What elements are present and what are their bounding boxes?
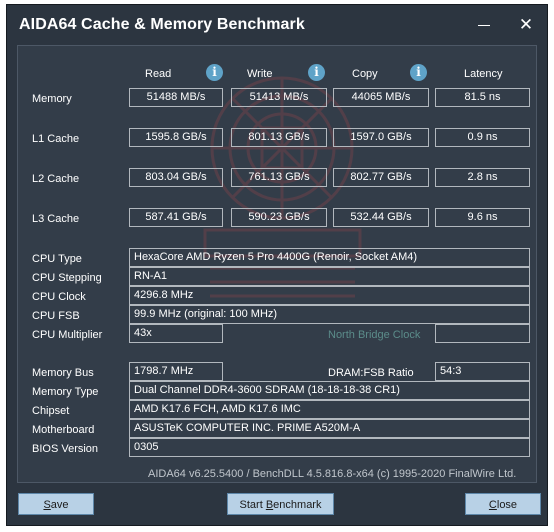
latency-column-header: Latency <box>464 68 503 80</box>
cpu-fsb-label: CPU FSB <box>32 310 80 322</box>
memory-bus-value: 1798.7 MHz <box>129 362 223 381</box>
cpu-clock-value: 4296.8 MHz <box>129 286 530 305</box>
l3-read-value: 587.41 GB/s <box>129 208 223 227</box>
l1-write-value: 801.13 GB/s <box>231 128 327 147</box>
l3-latency-value: 9.6 ns <box>435 208 530 227</box>
benchmark-window: AIDA64 Cache & Memory Benchmark ✕ Read i… <box>6 4 548 526</box>
north-bridge-clock-label: North Bridge Clock <box>328 329 421 341</box>
copy-column-header: Copy <box>352 68 378 80</box>
chipset-value: AMD K17.6 FCH, AMD K17.6 IMC <box>129 400 530 419</box>
l2-cache-row-label: L2 Cache <box>32 173 80 185</box>
start-benchmark-button[interactable]: Start Benchmark <box>227 493 334 515</box>
memory-row-label: Memory <box>32 93 72 105</box>
close-label: lose <box>496 499 518 511</box>
copy-info-icon[interactable]: i <box>410 64 427 81</box>
l1-copy-value: 1597.0 GB/s <box>333 128 429 147</box>
start-label-rest: enchmark <box>273 499 322 511</box>
version-footer: AIDA64 v6.25.5400 / BenchDLL 4.5.816.8-x… <box>148 468 517 480</box>
save-accelerator: S <box>43 499 51 511</box>
start-label-prefix: Start <box>239 499 266 511</box>
memory-type-value: Dual Channel DDR4-3600 SDRAM (18-18-18-3… <box>129 381 530 400</box>
cpu-stepping-label: CPU Stepping <box>32 272 102 284</box>
dram-fsb-ratio-label: DRAM:FSB Ratio <box>328 367 414 379</box>
write-column-header: Write <box>247 68 273 80</box>
minimize-icon[interactable] <box>471 13 497 37</box>
l3-write-value: 590.23 GB/s <box>231 208 327 227</box>
title-bar: AIDA64 Cache & Memory Benchmark ✕ <box>7 5 547 45</box>
cpu-fsb-value: 99.9 MHz (original: 100 MHz) <box>129 305 530 324</box>
memory-bus-label: Memory Bus <box>32 367 94 379</box>
memory-write-value: 51413 MB/s <box>231 88 327 107</box>
l2-write-value: 761.13 GB/s <box>231 168 327 187</box>
cpu-stepping-value: RN-A1 <box>129 267 530 286</box>
chipset-label: Chipset <box>32 405 70 417</box>
l1-read-value: 1595.8 GB/s <box>129 128 223 147</box>
motherboard-label: Motherboard <box>32 424 95 436</box>
memory-latency-value: 81.5 ns <box>435 88 530 107</box>
window-title: AIDA64 Cache & Memory Benchmark <box>19 16 305 33</box>
save-button[interactable]: Save <box>18 493 94 515</box>
memory-type-label: Memory Type <box>32 386 99 398</box>
cpu-type-value: HexaCore AMD Ryzen 5 Pro 4400G (Renoir, … <box>129 248 530 267</box>
memory-copy-value: 44065 MB/s <box>333 88 429 107</box>
bios-version-label: BIOS Version <box>32 443 99 455</box>
close-accelerator: C <box>488 499 497 511</box>
l1-cache-row-label: L1 Cache <box>32 133 80 145</box>
motherboard-value: ASUSTeK COMPUTER INC. PRIME A520M-A <box>129 419 530 438</box>
read-info-icon[interactable]: i <box>206 64 223 81</box>
l3-copy-value: 532.44 GB/s <box>333 208 429 227</box>
bios-version-value: 0305 <box>129 438 530 457</box>
north-bridge-clock-value <box>435 324 530 343</box>
write-info-icon[interactable]: i <box>308 64 325 81</box>
l3-cache-row-label: L3 Cache <box>32 213 80 225</box>
cpu-multiplier-label: CPU Multiplier <box>32 329 103 341</box>
l2-copy-value: 802.77 GB/s <box>333 168 429 187</box>
l1-latency-value: 0.9 ns <box>435 128 530 147</box>
cpu-multiplier-value: 43x <box>129 324 223 343</box>
l2-read-value: 803.04 GB/s <box>129 168 223 187</box>
close-button[interactable]: Close <box>465 493 541 515</box>
cpu-clock-label: CPU Clock <box>32 291 86 303</box>
cpu-type-label: CPU Type <box>32 253 82 265</box>
close-icon[interactable]: ✕ <box>513 13 539 37</box>
l2-latency-value: 2.8 ns <box>435 168 530 187</box>
save-label: ave <box>50 499 69 511</box>
memory-read-value: 51488 MB/s <box>129 88 223 107</box>
results-panel: Read i Write i Copy i Latency Memory 514… <box>17 45 537 483</box>
dram-fsb-ratio-value: 54:3 <box>435 362 530 381</box>
read-column-header: Read <box>145 68 172 80</box>
